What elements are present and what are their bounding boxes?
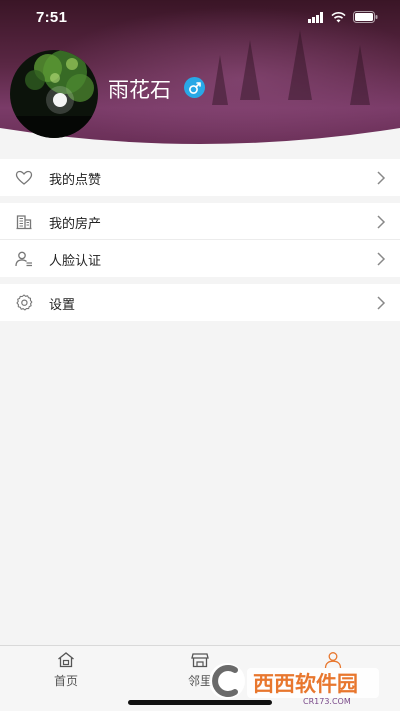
battery-icon — [353, 11, 378, 23]
profile-screen: 7:51 雨花石 我的点赞 我的房产 人脸认证 设置 首页 邻里 西西软件园 C… — [0, 0, 400, 711]
menu-item-settings[interactable]: 设置 — [0, 284, 400, 321]
menu-label: 我的点赞 — [49, 173, 102, 188]
chevron-right-icon — [377, 215, 386, 229]
home-indicator — [128, 700, 272, 705]
signal-icon — [308, 11, 323, 23]
status-bar: 7:51 — [0, 0, 400, 36]
watermark-logo: 西西软件园 CR173.COM — [209, 663, 379, 706]
menu-item-face-verification[interactable]: 人脸认证 — [0, 240, 400, 277]
gender-male-icon — [184, 77, 205, 98]
username: 雨花石 — [108, 78, 171, 102]
wifi-icon — [331, 11, 346, 22]
home-icon — [58, 652, 74, 668]
tab-home[interactable]: 首页 — [36, 650, 96, 689]
menu-label: 人脸认证 — [49, 254, 102, 269]
profile-header: 7:51 雨花石 — [0, 0, 400, 150]
menu-group-settings: 设置 — [0, 284, 400, 321]
chevron-right-icon — [377, 296, 386, 310]
menu-group-property: 我的房产 人脸认证 — [0, 203, 400, 277]
chevron-right-icon — [377, 171, 386, 185]
building-icon — [16, 215, 32, 230]
menu-item-my-likes[interactable]: 我的点赞 — [0, 159, 400, 196]
watermark-brand: 西西软件园 — [253, 672, 358, 696]
menu-group-likes: 我的点赞 — [0, 159, 400, 196]
heart-icon — [15, 170, 33, 185]
watermark-url: CR173.COM — [303, 697, 351, 706]
menu-item-my-property[interactable]: 我的房产 — [0, 203, 400, 240]
status-icons — [308, 11, 378, 23]
gear-icon — [16, 294, 33, 311]
chevron-right-icon — [377, 252, 386, 266]
status-time: 7:51 — [36, 9, 68, 26]
menu-label: 我的房产 — [49, 217, 102, 232]
tab-label: 首页 — [53, 674, 78, 688]
person-id-icon — [15, 251, 32, 267]
avatar[interactable] — [10, 50, 98, 138]
menu-label: 设置 — [49, 298, 76, 313]
